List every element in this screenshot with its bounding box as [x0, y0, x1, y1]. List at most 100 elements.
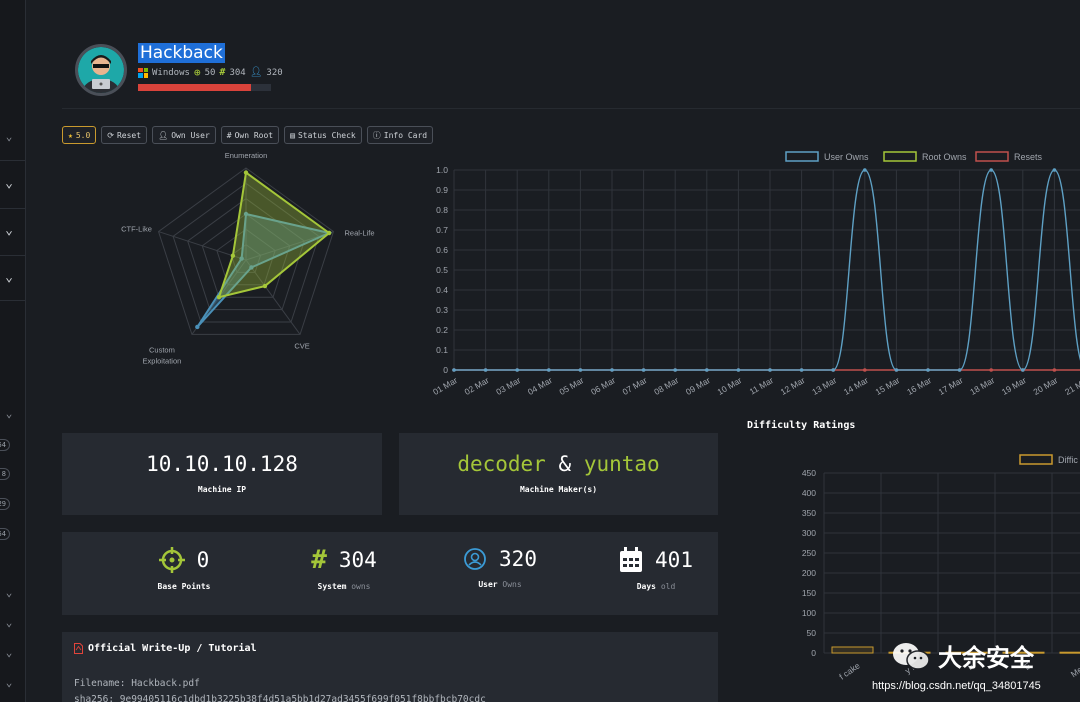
legend-label: User Owns [824, 152, 869, 162]
y-tick-label: 0.7 [436, 225, 448, 235]
x-tick-label: 11 Mar [748, 375, 776, 397]
x-tick-label: 19 Mar [1000, 375, 1028, 397]
y-tick-label: 0.1 [436, 345, 448, 355]
x-tick-label: f cake [837, 660, 862, 681]
reset-button[interactable]: ⟳ Reset [101, 126, 148, 144]
reset-label: Reset [116, 130, 142, 140]
radar-axis-label: CVE [294, 341, 309, 350]
maker-link[interactable]: decoder [457, 452, 546, 476]
legend-swatch [883, 151, 917, 162]
radar-axis-label-line: Exploitation [143, 356, 182, 365]
resets-point [863, 368, 867, 372]
writeup-title[interactable]: Official Write-Up / Tutorial [88, 643, 257, 654]
user-owns-point [989, 168, 993, 172]
x-tick-label: 07 Mar [621, 375, 649, 397]
stat-label: Base Points [157, 582, 211, 591]
chevron-down-icon[interactable]: ⌄ [3, 177, 15, 190]
stat-label: System [317, 582, 347, 591]
user-owns-point [547, 368, 551, 372]
machine-makers-panel: decoder & yuntao Machine Maker(s) [399, 433, 718, 515]
y-tick-label: 50 [807, 628, 817, 638]
own-user-button[interactable]: 👤︎ Own User [152, 126, 216, 144]
radar-point [216, 295, 222, 300]
machine-ip-value: 10.10.10.128 [146, 452, 298, 476]
user-owns-point [957, 368, 962, 372]
rating-button[interactable]: ★ 5.0 [62, 126, 97, 144]
stats-panel: 0 Base Points # 304 System owns 320 User… [62, 532, 718, 615]
y-tick-label: 0.3 [436, 305, 448, 315]
x-tick-label: 06 Mar [589, 375, 617, 397]
difficulty-bar [1059, 651, 1080, 654]
info-card-label: Info Card [383, 130, 428, 140]
x-tick-label: 08 Mar [652, 375, 680, 397]
chevron-down-icon[interactable]: ⌄ [3, 677, 15, 689]
divider [0, 255, 26, 256]
user-owns-point [673, 368, 677, 372]
chevron-down-icon[interactable]: ⌄ [3, 587, 15, 599]
y-tick-label: 0.8 [436, 205, 448, 215]
sidebar-badge: 29 [0, 498, 10, 510]
maker-link[interactable]: yuntao [584, 452, 660, 476]
chevron-down-icon[interactable]: ⌄ [3, 224, 15, 237]
own-root-button[interactable]: # Own Root [220, 126, 280, 144]
radar-axis-label-line: Real-Life [344, 229, 374, 238]
difficulty-title: Difficulty Ratings [747, 420, 856, 431]
writeup-filename: Filename: Hackback.pdf [74, 678, 200, 689]
y-tick-label: 1.0 [436, 165, 448, 175]
own-user-label: Own User [171, 130, 210, 140]
machine-avatar [75, 44, 127, 96]
chevron-down-icon[interactable]: ⌄ [3, 271, 15, 284]
x-tick-label: 05 Mar [557, 375, 585, 397]
y-tick-label: 300 [802, 528, 816, 538]
watermark-brand: 大余安全 [938, 644, 1034, 672]
radar-axis-label-line: CVE [294, 341, 309, 350]
user-icon: 👤︎ [158, 130, 169, 140]
crosshair-icon: ⊕ [193, 66, 201, 79]
os-label: Windows [152, 67, 190, 78]
radar-point [230, 253, 236, 258]
x-tick-label: 04 Mar [526, 375, 554, 397]
radar-axis-label: Real-Life [344, 229, 374, 238]
y-tick-label: 150 [802, 588, 816, 598]
calendar-icon [620, 547, 643, 572]
x-tick-label: 14 Mar [842, 375, 870, 397]
x-tick-label: 01 Mar [431, 375, 459, 397]
status-check-button[interactable]: ▤ Status Check [284, 126, 362, 144]
stat-label: User [478, 580, 498, 589]
machine-ip-label: Machine IP [197, 485, 247, 494]
radar-point [243, 170, 249, 175]
stat-sublabel: old [660, 582, 676, 591]
y-tick-label: 0 [811, 648, 816, 658]
divider [0, 160, 26, 161]
x-tick-label: 03 Mar [494, 375, 522, 397]
chevron-down-icon[interactable]: ⌄ [3, 131, 15, 143]
system-owns-value: 304 [229, 67, 246, 78]
info-card-button[interactable]: ⓘ Info Card [366, 126, 434, 144]
action-buttons: ★ 5.0 ⟳ Reset 👤︎ Own User # Own Root ▤ Status… [62, 126, 434, 144]
user-owns-point [452, 368, 456, 372]
stat-sublabel: owns [351, 582, 371, 591]
user-owns-point [926, 368, 930, 372]
user-circle-icon [464, 548, 486, 570]
user-owns-point [641, 368, 646, 372]
legend-swatch [1019, 454, 1053, 465]
user-owns-point [831, 368, 835, 372]
resets-point [989, 368, 993, 372]
user-owns-point [483, 368, 488, 372]
stat-value: 0 [196, 548, 210, 572]
y-tick-label: 0.9 [436, 185, 448, 195]
x-tick-label: 13 Mar [810, 375, 838, 397]
user-owns-point [1052, 168, 1057, 172]
resets-point [1052, 368, 1057, 372]
chevron-down-icon[interactable]: ⌄ [3, 617, 15, 629]
base-points-stat: 0 Base Points [114, 547, 254, 591]
wechat-logo-icon [893, 642, 930, 670]
chevron-down-icon[interactable]: ⌄ [3, 408, 15, 420]
chevron-down-icon[interactable]: ⌄ [3, 647, 15, 659]
difficulty-bar [831, 646, 874, 654]
y-tick-label: 0 [443, 365, 448, 375]
radar-point [262, 283, 268, 289]
windows-icon [138, 67, 148, 78]
sidebar-badge: 54 [0, 439, 10, 451]
radar-axis-label-line: CTF-Like [121, 225, 152, 234]
